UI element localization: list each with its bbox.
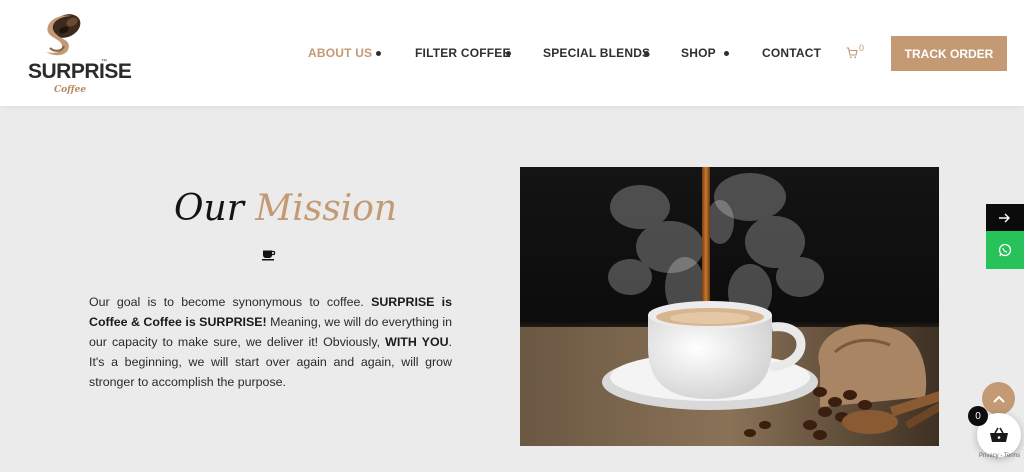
nav-separator bbox=[724, 51, 729, 56]
coffee-photo bbox=[520, 167, 939, 446]
brand-logo[interactable]: SURPRISE ™ Coffee bbox=[24, 12, 132, 95]
nav-separator bbox=[644, 51, 649, 56]
nav-separator bbox=[506, 51, 511, 56]
scroll-to-top-button[interactable] bbox=[982, 382, 1015, 415]
cart-count: 0 bbox=[859, 43, 865, 53]
mission-heading-part2: Mission bbox=[255, 188, 398, 229]
mission-paragraph: Our goal is to become synonymous to coff… bbox=[89, 292, 452, 392]
mission-heading-part1: Our bbox=[174, 188, 244, 229]
basket-icon bbox=[990, 427, 1008, 442]
brand-name: SURPRISE bbox=[28, 60, 132, 83]
site-header: SURPRISE ™ Coffee ABOUT US FILTER COFFEE… bbox=[0, 0, 1024, 106]
recaptcha-badge[interactable]: Privacy - Terms bbox=[979, 453, 1020, 459]
cart-icon bbox=[846, 47, 858, 59]
chevron-up-icon bbox=[992, 395, 1005, 403]
arrow-right-icon bbox=[999, 213, 1010, 222]
nav-item-shop[interactable]: SHOP bbox=[681, 46, 716, 60]
coffee-cup-icon bbox=[262, 250, 276, 261]
coffee-bean-logo-icon bbox=[46, 14, 81, 56]
cart-link[interactable]: 0 bbox=[846, 43, 868, 63]
mission-heading: Our Mission bbox=[174, 188, 397, 229]
whatsapp-icon bbox=[998, 243, 1012, 257]
brand-trademark: ™ bbox=[101, 59, 107, 65]
side-toggle-button[interactable] bbox=[986, 204, 1024, 231]
nav-item-about-us[interactable]: ABOUT US bbox=[308, 46, 372, 60]
nav-item-filter-coffee[interactable]: FILTER COFFEE bbox=[415, 46, 511, 60]
whatsapp-button[interactable] bbox=[986, 231, 1024, 269]
mini-cart-count: 0 bbox=[968, 406, 988, 426]
mission-text-1: Our goal is to become synonymous to coff… bbox=[89, 295, 372, 309]
nav-item-special-blends[interactable]: SPECIAL BLENDS bbox=[543, 46, 650, 60]
nav-item-contact[interactable]: CONTACT bbox=[762, 46, 821, 60]
mission-bold-2: WITH YOU bbox=[385, 335, 449, 349]
brand-subtitle: Coffee bbox=[54, 85, 87, 95]
track-order-button[interactable]: TRACK ORDER bbox=[891, 36, 1007, 71]
nav-separator bbox=[376, 51, 381, 56]
